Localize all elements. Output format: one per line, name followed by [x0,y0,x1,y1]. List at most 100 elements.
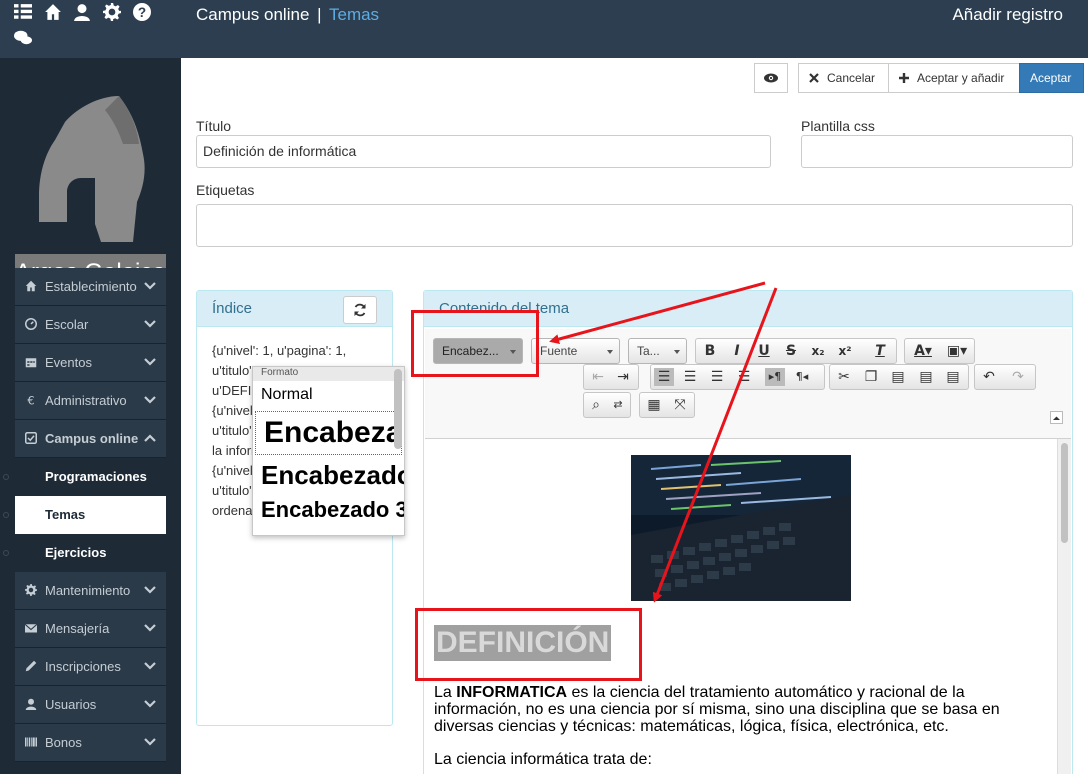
rtl-icon[interactable]: ¶◂ [792,368,812,386]
redo-icon[interactable]: ↷ [1008,368,1028,386]
sidebar-item-administrativo[interactable]: € Administrativo [15,382,166,420]
subscript-icon[interactable]: x₂ [808,342,828,360]
refresh-button[interactable] [343,296,377,324]
spartan-helmet-logo [39,96,145,242]
replace-icon[interactable]: ⇄ [608,396,628,414]
accept-button[interactable]: Aceptar [1019,63,1084,93]
size-combo-value: Ta... [637,344,660,358]
sidebar-item-eventos[interactable]: Eventos [15,344,166,382]
combo-arrow-icon [674,350,680,354]
size-combo[interactable]: Ta... [628,338,687,364]
index-panel-title: Índice [212,300,253,317]
align-left-icon[interactable]: ☰ [654,368,674,386]
index-line: {u'nivel': 1, u'pagina': 1, [212,343,347,358]
undo-icon[interactable]: ↶ [979,368,999,386]
remove-format-icon[interactable]: T [870,342,890,360]
euro-icon: € [27,395,34,407]
sidebar-item-mensajeria[interactable]: Mensajería [15,610,166,648]
paste-icon[interactable]: ▤ [888,368,908,386]
cut-icon[interactable]: ✂ [834,368,854,386]
help-icon[interactable]: ? [132,3,151,21]
text-color-icon[interactable]: A▾ [909,342,937,360]
format-option-heading-2[interactable]: Encabezado 2 [253,457,404,493]
background-color-icon[interactable]: ▣▾ [943,342,971,360]
chevron-down-icon [144,662,156,670]
css-template-field[interactable] [801,135,1073,168]
maximize-icon[interactable]: ⤧ [670,396,690,414]
top-icon-bar: ? [14,3,164,45]
sidebar-subitem-programaciones[interactable]: Programaciones [15,458,166,496]
sidebar-item-bonos[interactable]: Bonos [15,724,166,762]
color-group: A▾ ▣▾ [904,338,975,364]
chevron-down-icon [144,282,156,290]
format-option-heading-3[interactable]: Encabezado 3 [253,493,404,527]
sidebar-item-label: Establecimiento [45,279,137,294]
sidebar-item-campus-online[interactable]: Campus online [15,420,166,458]
breadcrumb: Campus online | Temas [196,5,379,25]
content-paragraph-2[interactable]: La ciencia informática trata de: [434,751,652,768]
content-paragraph[interactable]: La INFORMATICA es la ciencia del tratami… [434,684,1000,735]
preview-button[interactable] [754,63,788,93]
pencil-icon [25,660,37,672]
paragraph-text: información, no es una ciencia por sí mi… [434,701,1000,718]
format-dropdown[interactable]: Formato Normal Encabezado 1 Encabezado 2… [252,366,405,536]
underline-icon[interactable]: U [754,342,774,360]
sidebar-item-label: Mensajería [45,621,110,636]
sidebar-item-mantenimiento[interactable]: Mantenimiento [15,572,166,610]
tree-dot [3,474,9,480]
barcode-icon [25,737,37,747]
font-combo[interactable]: Fuente [531,338,620,364]
tree-dot [3,550,9,556]
gear-icon[interactable] [102,3,121,21]
cancel-button[interactable]: Cancelar [798,63,889,93]
svg-text:€: € [27,395,34,407]
chevron-down-icon [144,624,156,632]
tags-field[interactable] [196,204,1073,247]
sidebar-item-escolar[interactable]: Escolar [15,306,166,344]
breadcrumb-section[interactable]: Temas [329,5,379,24]
show-blocks-icon[interactable]: ▦ [644,396,664,414]
chat-icon[interactable] [14,29,32,47]
chevron-down-icon [144,320,156,328]
tags-label: Etiquetas [196,182,255,198]
align-right-icon[interactable]: ☰ [707,368,727,386]
paste-text-icon[interactable]: ▤ [916,368,936,386]
list-icon[interactable] [14,3,32,21]
format-option-heading-1[interactable]: Encabezado 1 [255,411,402,455]
cancel-label: Cancelar [827,71,876,85]
sidebar-item-inscripciones[interactable]: Inscripciones [15,648,166,686]
add-record-link[interactable]: Añadir registro [952,5,1063,25]
home-icon [25,280,37,292]
title-field[interactable]: Definición de informática [196,135,771,168]
find-icon[interactable]: ⌕ [586,396,606,414]
history-group: ↶ ↷ [974,364,1036,390]
format-option-normal[interactable]: Normal [253,381,404,409]
dropdown-scrollbar[interactable] [394,369,402,449]
scrollbar-thumb[interactable] [1061,443,1068,543]
plus-icon [899,73,909,83]
copy-icon[interactable]: ❐ [861,368,881,386]
indent-icon[interactable]: ⇥ [613,368,633,386]
user-icon[interactable] [73,3,91,21]
home-icon[interactable] [44,3,62,21]
align-center-icon[interactable]: ☰ [680,368,700,386]
outdent-icon[interactable]: ⇤ [588,368,608,386]
sidebar-subitem-temas[interactable]: Temas [15,496,166,534]
collapse-toolbar-icon[interactable] [1050,411,1063,424]
paste-word-icon[interactable]: ▤ [943,368,963,386]
bold-icon[interactable]: B [700,342,720,360]
editor-content-area[interactable]: DEFINICIÓN La INFORMATICA es la ciencia … [425,439,1071,774]
sidebar-subitem-ejercicios[interactable]: Ejercicios [15,534,166,572]
sidebar-item-establecimiento[interactable]: Establecimiento [15,268,166,306]
check-square-icon [25,432,37,444]
accept-and-add-button[interactable]: Aceptar y añadir [888,63,1020,93]
editor-scrollbar[interactable] [1057,439,1071,774]
alignment-group: ☰ ☰ ☰ ☰ ▸¶ ¶◂ [650,364,825,390]
align-justify-icon[interactable]: ☰ [734,368,754,386]
laptop-code-image [631,455,851,601]
ltr-icon[interactable]: ▸¶ [765,368,785,386]
sidebar-item-usuarios[interactable]: Usuarios [15,686,166,724]
superscript-icon[interactable]: x² [835,342,855,360]
italic-icon[interactable]: I [727,342,747,360]
strikethrough-icon[interactable]: S [781,342,801,360]
